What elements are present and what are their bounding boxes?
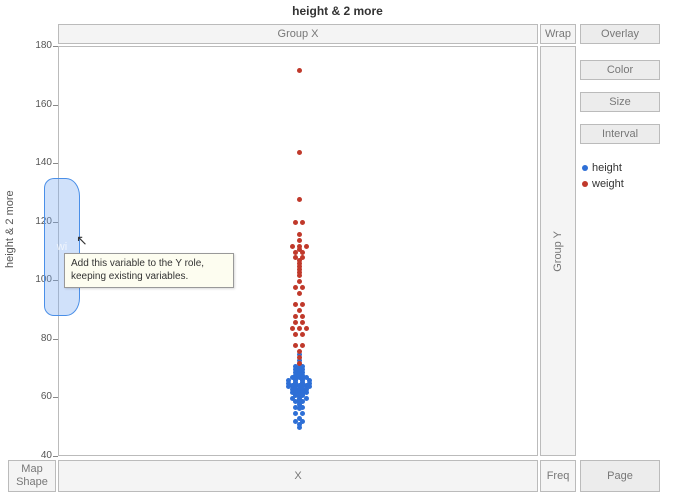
legend-item-height: height [582, 162, 622, 174]
page-button[interactable]: Page [580, 460, 660, 492]
data-point[interactable] [300, 302, 305, 307]
legend-label-height: height [592, 162, 622, 174]
color-button[interactable]: Color [580, 60, 660, 80]
groupx-dropzone[interactable]: Group X [58, 24, 538, 44]
data-point[interactable] [297, 406, 302, 411]
data-point[interactable] [300, 343, 305, 348]
data-point[interactable] [300, 320, 305, 325]
data-point[interactable] [297, 291, 302, 296]
groupy-dropzone[interactable]: Group Y [540, 46, 576, 456]
data-point[interactable] [304, 326, 309, 331]
data-point[interactable] [293, 314, 298, 319]
plot-area[interactable] [58, 46, 538, 456]
legend-swatch-height [582, 165, 588, 171]
data-point[interactable] [293, 220, 298, 225]
data-point[interactable] [293, 411, 298, 416]
data-point[interactable] [300, 255, 305, 260]
x-dropzone[interactable]: X [58, 460, 538, 492]
data-point[interactable] [297, 355, 302, 360]
data-point[interactable] [297, 150, 302, 155]
y-axis-drop-highlight[interactable]: wi [44, 178, 80, 316]
overlay-button[interactable]: Overlay [580, 24, 660, 44]
drop-ghost-label: wi [57, 241, 67, 253]
data-point[interactable] [293, 343, 298, 348]
data-point[interactable] [290, 244, 295, 249]
data-point[interactable] [300, 411, 305, 416]
drop-tooltip: Add this variable to the Y role, keeping… [64, 253, 234, 288]
data-point[interactable] [297, 197, 302, 202]
data-point[interactable] [293, 285, 298, 290]
legend-swatch-weight [582, 181, 588, 187]
map-shape-dropzone[interactable]: Map Shape [8, 460, 56, 492]
data-point[interactable] [297, 365, 302, 370]
data-point[interactable] [297, 361, 302, 366]
y-tick-label: 140 [24, 157, 52, 168]
data-point[interactable] [297, 279, 302, 284]
wrap-dropzone[interactable]: Wrap [540, 24, 576, 44]
y-tick-label: 80 [24, 333, 52, 344]
data-point[interactable] [297, 232, 302, 237]
data-point[interactable] [290, 326, 295, 331]
data-point[interactable] [297, 244, 302, 249]
freq-dropzone[interactable]: Freq [540, 460, 576, 492]
y-tick-label: 180 [24, 40, 52, 51]
size-button[interactable]: Size [580, 92, 660, 112]
chart-title: height & 2 more [0, 4, 675, 18]
groupy-label: Group Y [552, 231, 564, 272]
data-point[interactable] [300, 332, 305, 337]
legend-label-weight: weight [592, 178, 624, 190]
data-point[interactable] [300, 314, 305, 319]
interval-button[interactable]: Interval [580, 124, 660, 144]
data-point[interactable] [300, 285, 305, 290]
legend-item-weight: weight [582, 178, 624, 190]
y-axis-label: height & 2 more [4, 190, 16, 268]
data-point[interactable] [293, 302, 298, 307]
data-point[interactable] [300, 220, 305, 225]
data-point[interactable] [297, 308, 302, 313]
data-point[interactable] [293, 332, 298, 337]
data-point[interactable] [304, 244, 309, 249]
y-tick-label: 60 [24, 391, 52, 402]
y-tick-mark [53, 456, 58, 457]
y-tick-label: 160 [24, 99, 52, 110]
data-point[interactable] [297, 326, 302, 331]
data-point[interactable] [297, 238, 302, 243]
data-point[interactable] [293, 320, 298, 325]
data-point[interactable] [297, 349, 302, 354]
data-point[interactable] [297, 68, 302, 73]
